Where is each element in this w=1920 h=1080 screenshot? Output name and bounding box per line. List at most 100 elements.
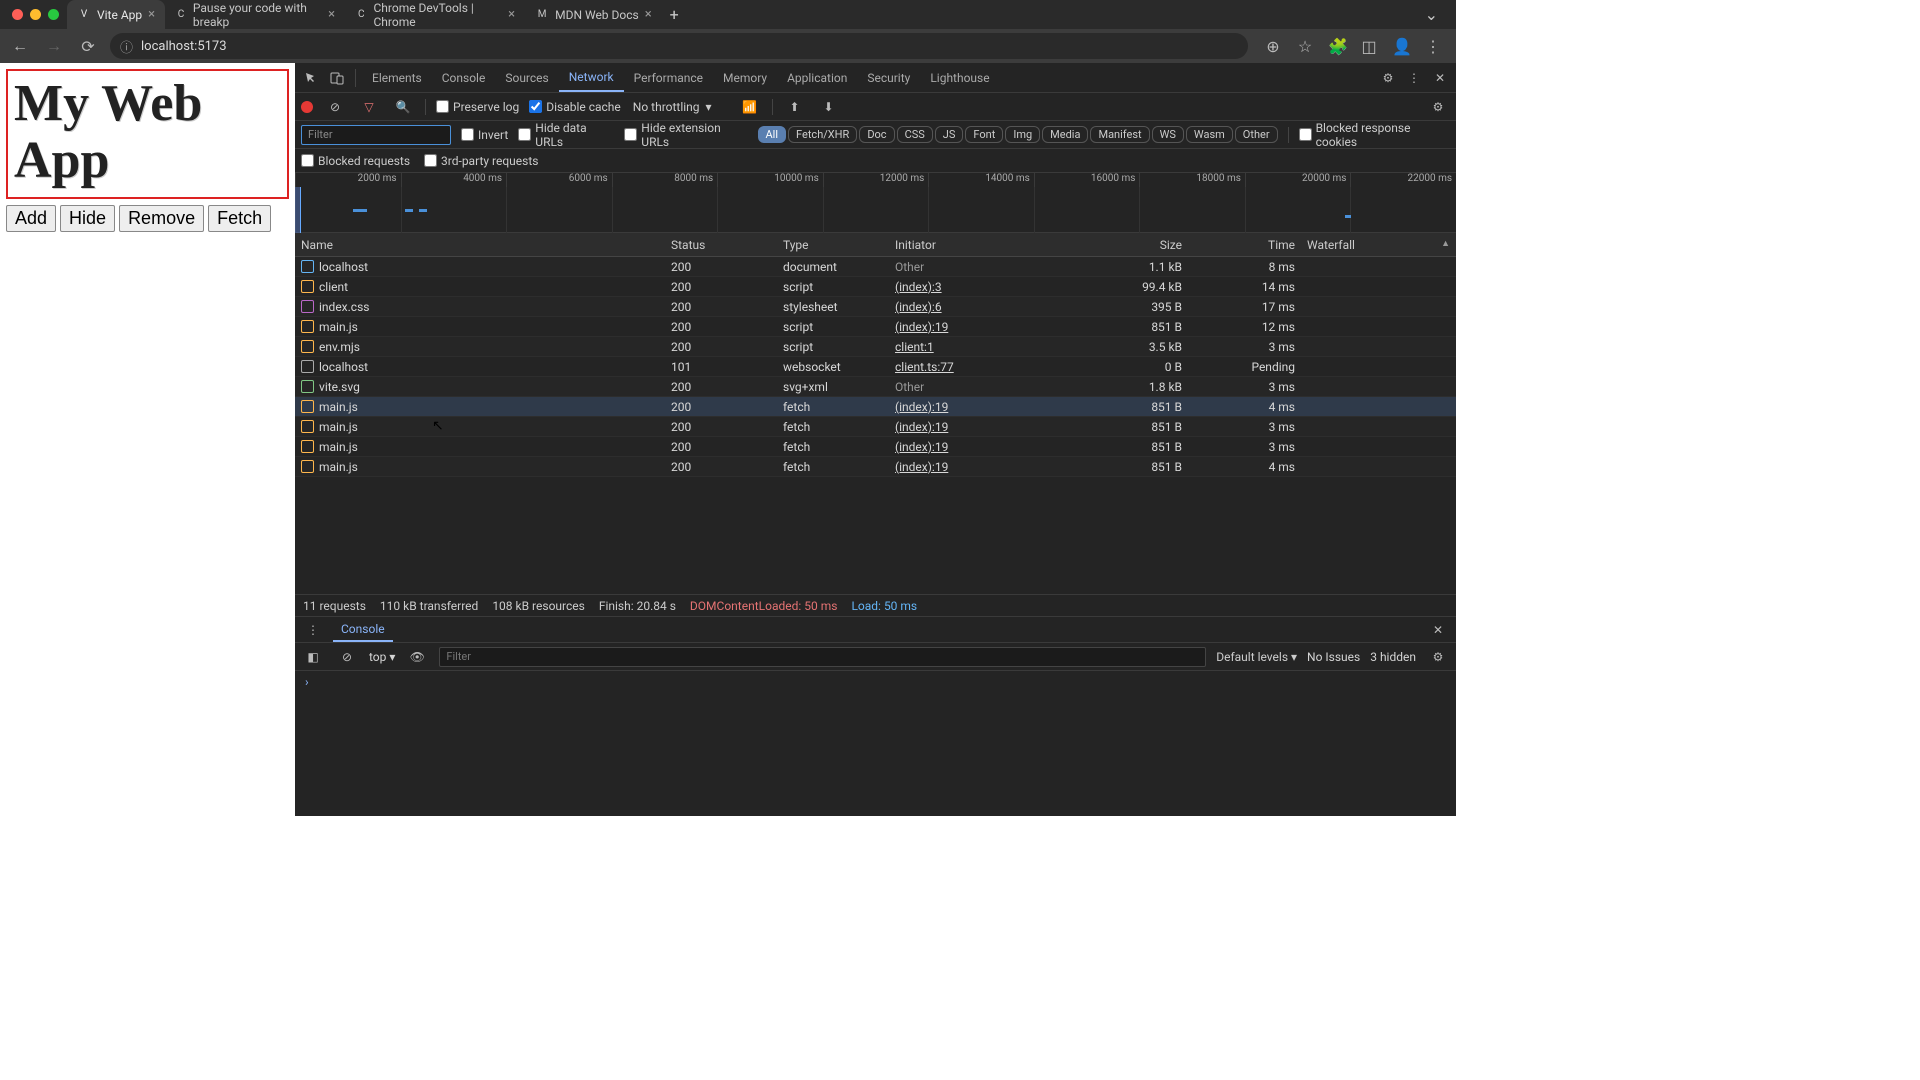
col-type[interactable]: Type	[777, 238, 889, 252]
filter-input[interactable]	[301, 125, 451, 145]
hide-extension-urls-checkbox[interactable]: Hide extension URLs	[624, 121, 747, 149]
zoom-icon[interactable]: ⊕	[1264, 37, 1282, 56]
throttling-select[interactable]: No throttling ▾	[631, 100, 728, 114]
filter-chip-other[interactable]: Other	[1235, 126, 1278, 143]
close-tab-icon[interactable]: ×	[148, 7, 155, 22]
preserve-log-checkbox[interactable]: Preserve log	[436, 100, 519, 114]
panel-tab-security[interactable]: Security	[857, 63, 920, 92]
request-initiator[interactable]: client.ts:77	[895, 360, 954, 374]
log-levels-select[interactable]: Default levels ▾	[1216, 650, 1297, 664]
request-row[interactable]: localhost200documentOther1.1 kB8 ms	[295, 257, 1456, 277]
filter-chip-all[interactable]: All	[758, 126, 787, 143]
col-size[interactable]: Size	[1075, 238, 1188, 252]
network-settings-icon[interactable]: ⚙	[1426, 95, 1450, 119]
filter-chip-js[interactable]: JS	[935, 126, 964, 143]
import-har-icon[interactable]: ⬆	[783, 95, 807, 119]
close-drawer-icon[interactable]: ✕	[1426, 618, 1450, 642]
export-har-icon[interactable]: ⬇	[817, 95, 841, 119]
request-initiator[interactable]: (index):19	[895, 420, 948, 434]
request-row[interactable]: index.css200stylesheet(index):6395 B17 m…	[295, 297, 1456, 317]
filter-chip-font[interactable]: Font	[965, 126, 1003, 143]
table-header[interactable]: Name Status Type Initiator Size Time Wat…	[295, 233, 1456, 257]
remove-button[interactable]: Remove	[119, 205, 204, 232]
browser-tab[interactable]: CPause your code with breakp×	[165, 0, 345, 29]
request-initiator[interactable]: (index):19	[895, 440, 948, 454]
request-initiator[interactable]: (index):19	[895, 320, 948, 334]
filter-chip-wasm[interactable]: Wasm	[1186, 126, 1233, 143]
console-live-expression-icon[interactable]: 👁	[405, 645, 429, 669]
new-tab-button[interactable]: +	[662, 5, 687, 24]
filter-chip-css[interactable]: CSS	[897, 126, 933, 143]
request-row[interactable]: vite.svg200svg+xmlOther1.8 kB3 ms	[295, 377, 1456, 397]
console-sidebar-icon[interactable]: ◧	[301, 645, 325, 669]
request-initiator[interactable]: Other	[895, 380, 924, 394]
inspect-icon[interactable]	[299, 66, 323, 90]
device-toggle-icon[interactable]	[325, 66, 349, 90]
window-controls[interactable]	[8, 9, 67, 20]
third-party-checkbox[interactable]: 3rd-party requests	[424, 154, 538, 168]
request-initiator[interactable]: Other	[895, 260, 924, 274]
browser-tab[interactable]: VVite App×	[67, 0, 165, 29]
panel-tab-sources[interactable]: Sources	[495, 63, 558, 92]
panel-tab-lighthouse[interactable]: Lighthouse	[920, 63, 999, 92]
site-info-icon[interactable]: ⓘ	[120, 37, 133, 56]
blocked-cookies-checkbox[interactable]: Blocked response cookies	[1299, 121, 1450, 149]
col-name[interactable]: Name	[295, 238, 665, 252]
add-button[interactable]: Add	[6, 205, 56, 232]
blocked-requests-checkbox[interactable]: Blocked requests	[301, 154, 410, 168]
extensions-icon[interactable]: 🧩	[1328, 37, 1346, 56]
request-initiator[interactable]: (index):6	[895, 300, 942, 314]
col-waterfall[interactable]: Waterfall	[1301, 238, 1456, 252]
panel-tab-console[interactable]: Console	[432, 63, 496, 92]
filter-chip-manifest[interactable]: Manifest	[1090, 126, 1149, 143]
col-time[interactable]: Time	[1188, 238, 1301, 252]
reload-button[interactable]: ⟳	[76, 34, 100, 58]
hidden-messages[interactable]: 3 hidden	[1370, 650, 1416, 664]
browser-tab[interactable]: CChrome DevTools | Chrome×	[345, 0, 525, 29]
console-clear-icon[interactable]: ⊘	[335, 645, 359, 669]
request-initiator[interactable]: (index):19	[895, 400, 948, 414]
panel-tab-memory[interactable]: Memory	[713, 63, 777, 92]
network-conditions-icon[interactable]: 📶	[738, 95, 762, 119]
console-context-select[interactable]: top ▾	[369, 650, 395, 664]
address-input[interactable]: ⓘ localhost:5173	[110, 33, 1248, 59]
panel-tab-elements[interactable]: Elements	[362, 63, 432, 92]
forward-button[interactable]: →	[42, 34, 66, 58]
request-row[interactable]: main.js200fetch(index):19851 B4 ms	[295, 457, 1456, 477]
console-tab[interactable]: Console	[333, 617, 393, 642]
sidepanel-icon[interactable]: ◫	[1360, 37, 1378, 56]
close-tab-icon[interactable]: ×	[645, 7, 652, 22]
col-initiator[interactable]: Initiator	[889, 238, 1075, 252]
request-initiator[interactable]: (index):3	[895, 280, 942, 294]
request-initiator[interactable]: (index):19	[895, 460, 948, 474]
request-row[interactable]: main.js200fetch(index):19851 B3 ms	[295, 437, 1456, 457]
request-row[interactable]: env.mjs200scriptclient:13.5 kB3 ms	[295, 337, 1456, 357]
filter-chip-doc[interactable]: Doc	[859, 126, 894, 143]
panel-tab-application[interactable]: Application	[777, 63, 857, 92]
console-filter-input[interactable]	[439, 647, 1206, 667]
clear-button[interactable]: ⊘	[323, 95, 347, 119]
search-icon[interactable]: 🔍	[391, 95, 415, 119]
disable-cache-checkbox[interactable]: Disable cache	[529, 100, 621, 114]
console-settings-icon[interactable]: ⚙	[1426, 645, 1450, 669]
filter-chip-img[interactable]: Img	[1005, 126, 1040, 143]
panel-tab-performance[interactable]: Performance	[624, 63, 713, 92]
close-devtools-icon[interactable]: ✕	[1428, 66, 1452, 90]
request-row[interactable]: client200script(index):399.4 kB14 ms	[295, 277, 1456, 297]
request-row[interactable]: main.js200fetch(index):19851 B4 ms	[295, 397, 1456, 417]
close-window-icon[interactable]	[12, 9, 23, 20]
record-button[interactable]	[301, 101, 313, 113]
close-tab-icon[interactable]: ×	[508, 7, 515, 22]
close-tab-icon[interactable]: ×	[328, 7, 335, 22]
hide-data-urls-checkbox[interactable]: Hide data URLs	[518, 121, 614, 149]
request-initiator[interactable]: client:1	[895, 340, 934, 354]
maximize-window-icon[interactable]	[48, 9, 59, 20]
console-output[interactable]: ›	[295, 671, 1456, 816]
profile-icon[interactable]: 👤	[1392, 37, 1410, 56]
invert-checkbox[interactable]: Invert	[461, 128, 508, 142]
menu-icon[interactable]: ⋮	[1424, 37, 1442, 56]
col-status[interactable]: Status	[665, 238, 777, 252]
filter-toggle-icon[interactable]: ▽	[357, 95, 381, 119]
panel-tab-network[interactable]: Network	[559, 63, 624, 92]
timeline-overview[interactable]: 2000 ms4000 ms6000 ms8000 ms10000 ms1200…	[295, 173, 1456, 233]
